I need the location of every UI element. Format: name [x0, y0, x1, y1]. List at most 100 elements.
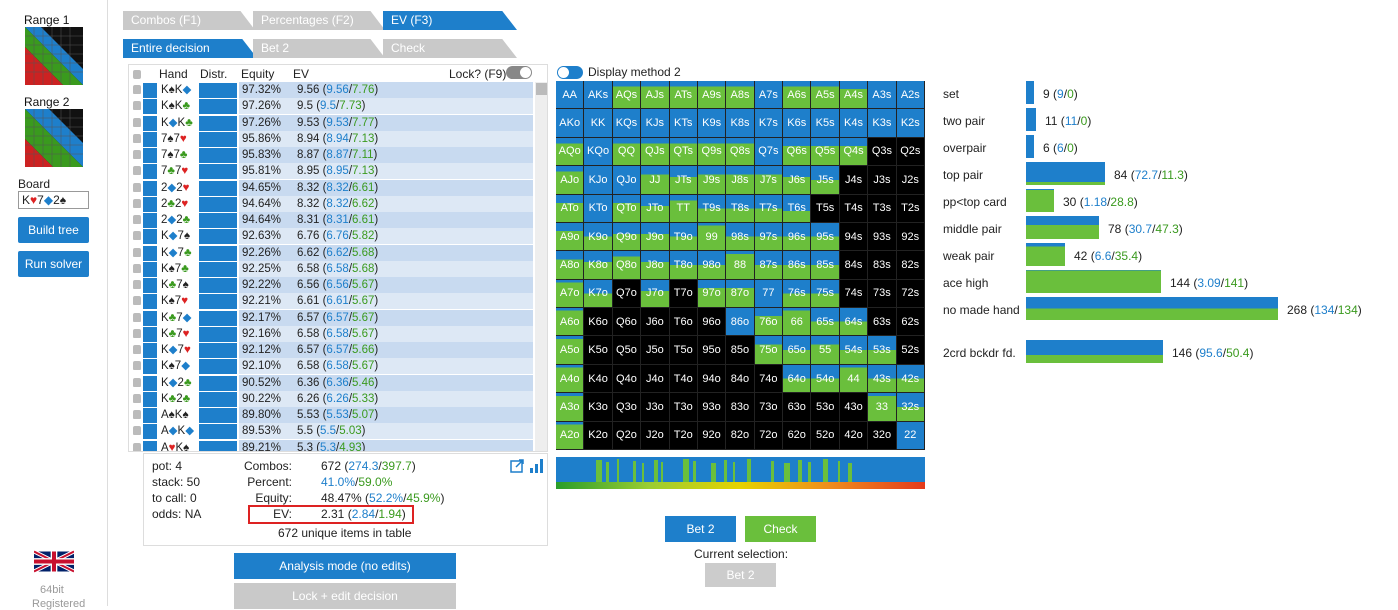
hand-matrix-cell[interactable]: T6o: [669, 308, 698, 337]
hand-matrix-cell[interactable]: 92o: [697, 421, 727, 450]
table-row[interactable]: A◆K◆ 89.53% 5.5 (5.5/5.03): [129, 423, 533, 440]
hand-matrix-cell[interactable]: 74s: [839, 279, 869, 309]
hand-matrix-cell[interactable]: 85o: [726, 336, 755, 365]
hand-matrix-cell[interactable]: 75s: [811, 279, 840, 309]
hand-matrix-cell[interactable]: 44: [839, 364, 869, 394]
hand-matrix-cell[interactable]: 65s: [811, 308, 840, 337]
hand-matrix-cell[interactable]: Q3o: [612, 393, 642, 422]
table-row[interactable]: 2◆2♥ 94.65% 8.32 (8.32/6.61): [129, 179, 533, 196]
hand-matrix-cell[interactable]: 22: [896, 421, 925, 450]
lock-icon[interactable]: [133, 182, 141, 192]
hand-matrix-cell[interactable]: ATo: [556, 194, 585, 223]
hand-matrix-cell[interactable]: A6s: [783, 81, 812, 110]
lock-icon[interactable]: [133, 85, 141, 94]
hand-matrix-cell[interactable]: T3s: [868, 194, 897, 223]
hand-matrix-cell[interactable]: A4o: [556, 364, 585, 394]
hand-matrix-cell[interactable]: K3s: [868, 109, 897, 138]
hand-matrix-cell[interactable]: T8s: [726, 194, 755, 223]
hand-matrix-cell[interactable]: T2o: [669, 421, 698, 450]
lock-icon[interactable]: [133, 328, 141, 338]
hand-matrix-cell[interactable]: Q8o: [612, 251, 642, 280]
hand-matrix-cell[interactable]: QQ: [612, 137, 642, 167]
check-action-button[interactable]: Check: [745, 516, 816, 542]
hand-matrix-cell[interactable]: JJ: [641, 166, 670, 195]
hand-matrix-cell[interactable]: 62o: [783, 421, 812, 450]
table-row[interactable]: K◆7♥ 92.12% 6.57 (6.57/5.66): [129, 342, 533, 358]
lock-icon[interactable]: [133, 377, 141, 387]
lock-edit-decision-button[interactable]: Lock + edit decision: [234, 583, 456, 609]
hand-matrix-cell[interactable]: A3s: [868, 81, 897, 110]
hand-matrix-cell[interactable]: J9o: [641, 222, 670, 252]
range1-thumbnail[interactable]: [25, 27, 83, 85]
hand-matrix-cell[interactable]: 73s: [868, 279, 897, 309]
table-row[interactable]: 7♠7♥ 95.86% 8.94 (8.94/7.13): [129, 130, 533, 147]
table-row[interactable]: K♠7♣ 92.25% 6.58 (6.58/5.68): [129, 260, 533, 277]
hand-matrix-cell[interactable]: J2o: [641, 421, 670, 450]
hand-matrix-cell[interactable]: JTo: [641, 194, 670, 223]
header-ev[interactable]: EV: [293, 67, 309, 81]
table-row[interactable]: A♠K♠ 89.80% 5.53 (5.53/5.07): [129, 407, 533, 423]
hand-matrix-cell[interactable]: T7s: [754, 194, 784, 223]
current-selection-button[interactable]: Bet 2: [705, 563, 776, 587]
scrollbar-thumb[interactable]: [536, 83, 547, 95]
hand-matrix-cell[interactable]: 32o: [868, 421, 897, 450]
table-row[interactable]: A♥K♠ 89.21% 5.3 (5.3/4.93): [129, 439, 533, 451]
hand-matrix-cell[interactable]: T9o: [669, 222, 698, 252]
hand-matrix-cell[interactable]: J8o: [641, 251, 670, 280]
lock-icon[interactable]: [133, 117, 141, 127]
hand-matrix-cell[interactable]: T9s: [697, 194, 727, 223]
hand-matrix-cell[interactable]: J4o: [641, 364, 670, 394]
hand-matrix-cell[interactable]: 52s: [896, 336, 925, 365]
tab-combos[interactable]: Combos (F1): [123, 11, 255, 30]
lock-icon[interactable]: [133, 150, 141, 159]
hand-matrix-cell[interactable]: 84o: [726, 364, 755, 394]
hand-matrix-cell[interactable]: J5o: [641, 336, 670, 365]
hand-matrix-cell[interactable]: Q9s: [697, 137, 727, 167]
hand-matrix-cell[interactable]: 76s: [783, 279, 812, 309]
table-row[interactable]: 7♣7♥ 95.81% 8.95 (8.95/7.13): [129, 163, 533, 180]
header-hand[interactable]: Hand: [159, 67, 188, 81]
hand-matrix-cell[interactable]: Q7o: [612, 279, 642, 309]
tab-check[interactable]: Check: [383, 39, 517, 58]
hand-matrix-cell[interactable]: Q4o: [612, 364, 642, 394]
hand-matrix-cell[interactable]: 43o: [839, 393, 869, 422]
hand-matrix-cell[interactable]: KJo: [584, 166, 613, 195]
hand-matrix-cell[interactable]: A6o: [556, 308, 585, 337]
hand-matrix-cell[interactable]: Q5o: [612, 336, 642, 365]
lock-icon[interactable]: [133, 442, 141, 451]
hand-matrix-cell[interactable]: 88: [726, 251, 755, 280]
hand-matrix-cell[interactable]: J7s: [754, 166, 784, 195]
hand-matrix-cell[interactable]: 63o: [783, 393, 812, 422]
hand-matrix-cell[interactable]: 54o: [811, 364, 840, 394]
hand-matrix-cell[interactable]: A3o: [556, 393, 585, 422]
header-equity[interactable]: Equity: [241, 67, 274, 81]
hand-matrix-cell[interactable]: TT: [669, 194, 698, 223]
hand-matrix-cell[interactable]: T8o: [669, 251, 698, 280]
hand-matrix-cell[interactable]: 94o: [697, 364, 727, 394]
tab-bet2[interactable]: Bet 2: [253, 39, 385, 58]
hand-matrix-cell[interactable]: 62s: [896, 308, 925, 337]
lock-icon[interactable]: [133, 426, 141, 436]
hand-matrix-cell[interactable]: 95o: [697, 336, 727, 365]
table-row[interactable]: K♠7♥ 92.21% 6.61 (6.61/5.67): [129, 293, 533, 310]
hand-matrix-cell[interactable]: J3o: [641, 393, 670, 422]
hand-matrix-cell[interactable]: J8s: [726, 166, 755, 195]
hand-matrix-cell[interactable]: K8o: [584, 251, 613, 280]
hand-matrix-cell[interactable]: 86s: [783, 251, 812, 280]
hand-matrix-cell[interactable]: QJo: [612, 166, 642, 195]
lock-toggle[interactable]: [506, 66, 532, 79]
hand-matrix-cell[interactable]: KJs: [641, 109, 670, 138]
hand-matrix-cell[interactable]: K6o: [584, 308, 613, 337]
hand-matrix-cell[interactable]: 52o: [811, 421, 840, 450]
table-row[interactable]: 2◆2♣ 94.64% 8.31 (8.31/6.61): [129, 212, 533, 228]
lock-icon[interactable]: [133, 231, 141, 241]
hand-matrix-cell[interactable]: K4s: [839, 109, 869, 138]
hand-matrix-cell[interactable]: A7s: [754, 81, 784, 110]
hand-matrix-cell[interactable]: T5o: [669, 336, 698, 365]
hand-matrix-cell[interactable]: 87s: [754, 251, 784, 280]
hand-matrix-cell[interactable]: 53s: [868, 336, 897, 365]
run-solver-button[interactable]: Run solver: [18, 251, 89, 277]
hand-matrix-cell[interactable]: 42s: [896, 364, 925, 394]
table-row[interactable]: 2♣2♥ 94.64% 8.32 (8.32/6.62): [129, 195, 533, 212]
hand-matrix-cell[interactable]: 72s: [896, 279, 925, 309]
